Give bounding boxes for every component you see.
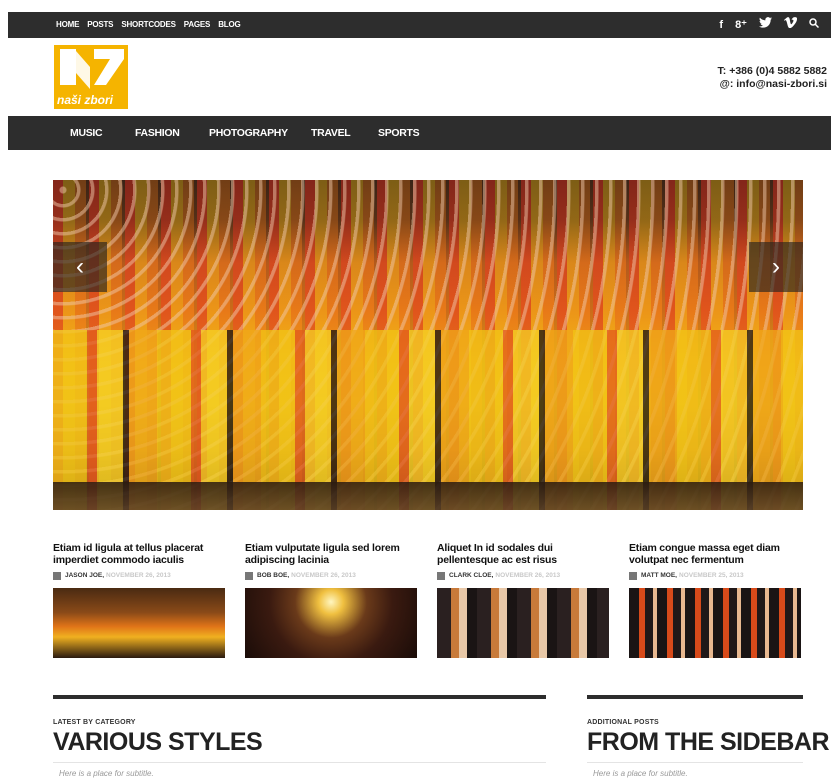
contact-email[interactable]: @: info@nasi-zbori.si — [718, 78, 827, 91]
post-thumbnail[interactable] — [53, 588, 225, 658]
post-title[interactable]: Aliquet In id sodales dui pellentesque a… — [437, 542, 611, 568]
post-date: NOVEMBER 25, 2013 — [679, 572, 744, 579]
post-title[interactable]: Etiam vulputate ligula sed lorem adipisc… — [245, 542, 419, 568]
nav-item-music[interactable]: MUSIC — [70, 116, 103, 150]
list-item: Etiam congue massa eget diam volutpat ne… — [629, 542, 803, 658]
post-meta: JASON JOE, NOVEMBER 26, 2013 — [53, 570, 227, 582]
sidebar-title: FROM THE SIDEBAR — [587, 728, 830, 756]
nav-item-travel[interactable]: TRAVEL — [311, 116, 351, 150]
slider-prev-arrow-icon[interactable]: ‹ — [53, 242, 107, 292]
section-subtitle: Here is a place for subtitle. — [59, 769, 154, 778]
nav-item-sports[interactable]: SPORTS — [378, 116, 420, 150]
main-nav: MUSIC FASHION PHOTOGRAPHY TRAVEL SPORTS — [8, 116, 831, 150]
section-subline — [53, 762, 546, 763]
post-title[interactable]: Etiam id ligula at tellus placerat imper… — [53, 542, 227, 568]
logo-text: naši zbori — [57, 93, 114, 107]
post-meta: MATT MOE, NOVEMBER 25, 2013 — [629, 570, 803, 582]
top-bar: HOME POSTS SHORTCODES PAGES BLOG f 8⁺ — [8, 12, 831, 38]
list-item: Etiam vulputate ligula sed lorem adipisc… — [245, 542, 419, 658]
nav-item-photography[interactable]: PHOTOGRAPHY — [209, 116, 288, 150]
sidebar-subline — [587, 762, 803, 763]
sidebar-divider — [587, 695, 803, 699]
top-nav: HOME POSTS SHORTCODES PAGES BLOG — [56, 12, 249, 38]
page-frame: HOME POSTS SHORTCODES PAGES BLOG f 8⁺ na… — [8, 12, 831, 781]
post-thumbnail[interactable] — [245, 588, 417, 658]
post-author[interactable]: CLARK CLOE, — [449, 570, 493, 582]
nav-item-fashion[interactable]: FASHION — [135, 116, 180, 150]
section-divider — [53, 695, 546, 699]
top-nav-posts[interactable]: POSTS — [87, 12, 113, 38]
sidebar-subtitle: Here is a place for subtitle. — [593, 769, 688, 778]
post-date: NOVEMBER 26, 2013 — [106, 572, 171, 579]
facebook-icon[interactable]: f — [719, 12, 723, 38]
site-logo[interactable]: naši zbori — [54, 45, 128, 109]
contact-phone: T: +386 (0)4 5882 5882 — [717, 65, 827, 77]
search-icon[interactable] — [809, 12, 820, 38]
author-avatar — [629, 572, 637, 580]
post-date: NOVEMBER 26, 2013 — [495, 572, 561, 579]
post-date: NOVEMBER 26, 2013 — [291, 572, 356, 579]
sidebar-kicker: ADDITIONAL POSTS — [587, 719, 659, 726]
twitter-icon[interactable] — [759, 12, 772, 38]
list-item: Etiam id ligula at tellus placerat imper… — [53, 542, 227, 658]
post-author[interactable]: BOB BOE, — [257, 570, 289, 582]
slider-next-arrow-icon[interactable]: › — [749, 242, 803, 292]
list-item: Aliquet In id sodales dui pellentesque a… — [437, 542, 611, 658]
top-nav-blog[interactable]: BLOG — [218, 12, 241, 38]
post-author[interactable]: MATT MOE, — [641, 570, 677, 582]
site-header: naši zbori T: +386 (0)4 5882 5882 @: inf… — [8, 38, 831, 116]
top-nav-shortcodes[interactable]: SHORTCODES — [121, 12, 176, 38]
author-avatar — [437, 572, 445, 580]
top-nav-home[interactable]: HOME — [56, 12, 79, 38]
post-thumbnail[interactable] — [629, 588, 801, 658]
featured-posts: Etiam id ligula at tellus placerat imper… — [53, 542, 813, 672]
google-plus-icon[interactable]: 8⁺ — [735, 12, 747, 38]
section-kicker: LATEST BY CATEGORY — [53, 719, 136, 726]
author-avatar — [245, 572, 253, 580]
post-thumbnail[interactable] — [437, 588, 609, 658]
post-author[interactable]: JASON JOE, — [65, 570, 104, 582]
vimeo-icon[interactable] — [784, 12, 798, 38]
contact-info: T: +386 (0)4 5882 5882 @: info@nasi-zbor… — [718, 65, 827, 91]
author-avatar — [53, 572, 61, 580]
hero-slider-image[interactable] — [53, 180, 803, 510]
post-title[interactable]: Etiam congue massa eget diam volutpat ne… — [629, 542, 803, 568]
post-meta: BOB BOE, NOVEMBER 26, 2013 — [245, 570, 419, 582]
top-nav-pages[interactable]: PAGES — [184, 12, 211, 38]
section-title: VARIOUS STYLES — [53, 728, 263, 756]
social-links: f 8⁺ — [719, 12, 820, 38]
post-meta: CLARK CLOE, NOVEMBER 26, 2013 — [437, 570, 611, 582]
